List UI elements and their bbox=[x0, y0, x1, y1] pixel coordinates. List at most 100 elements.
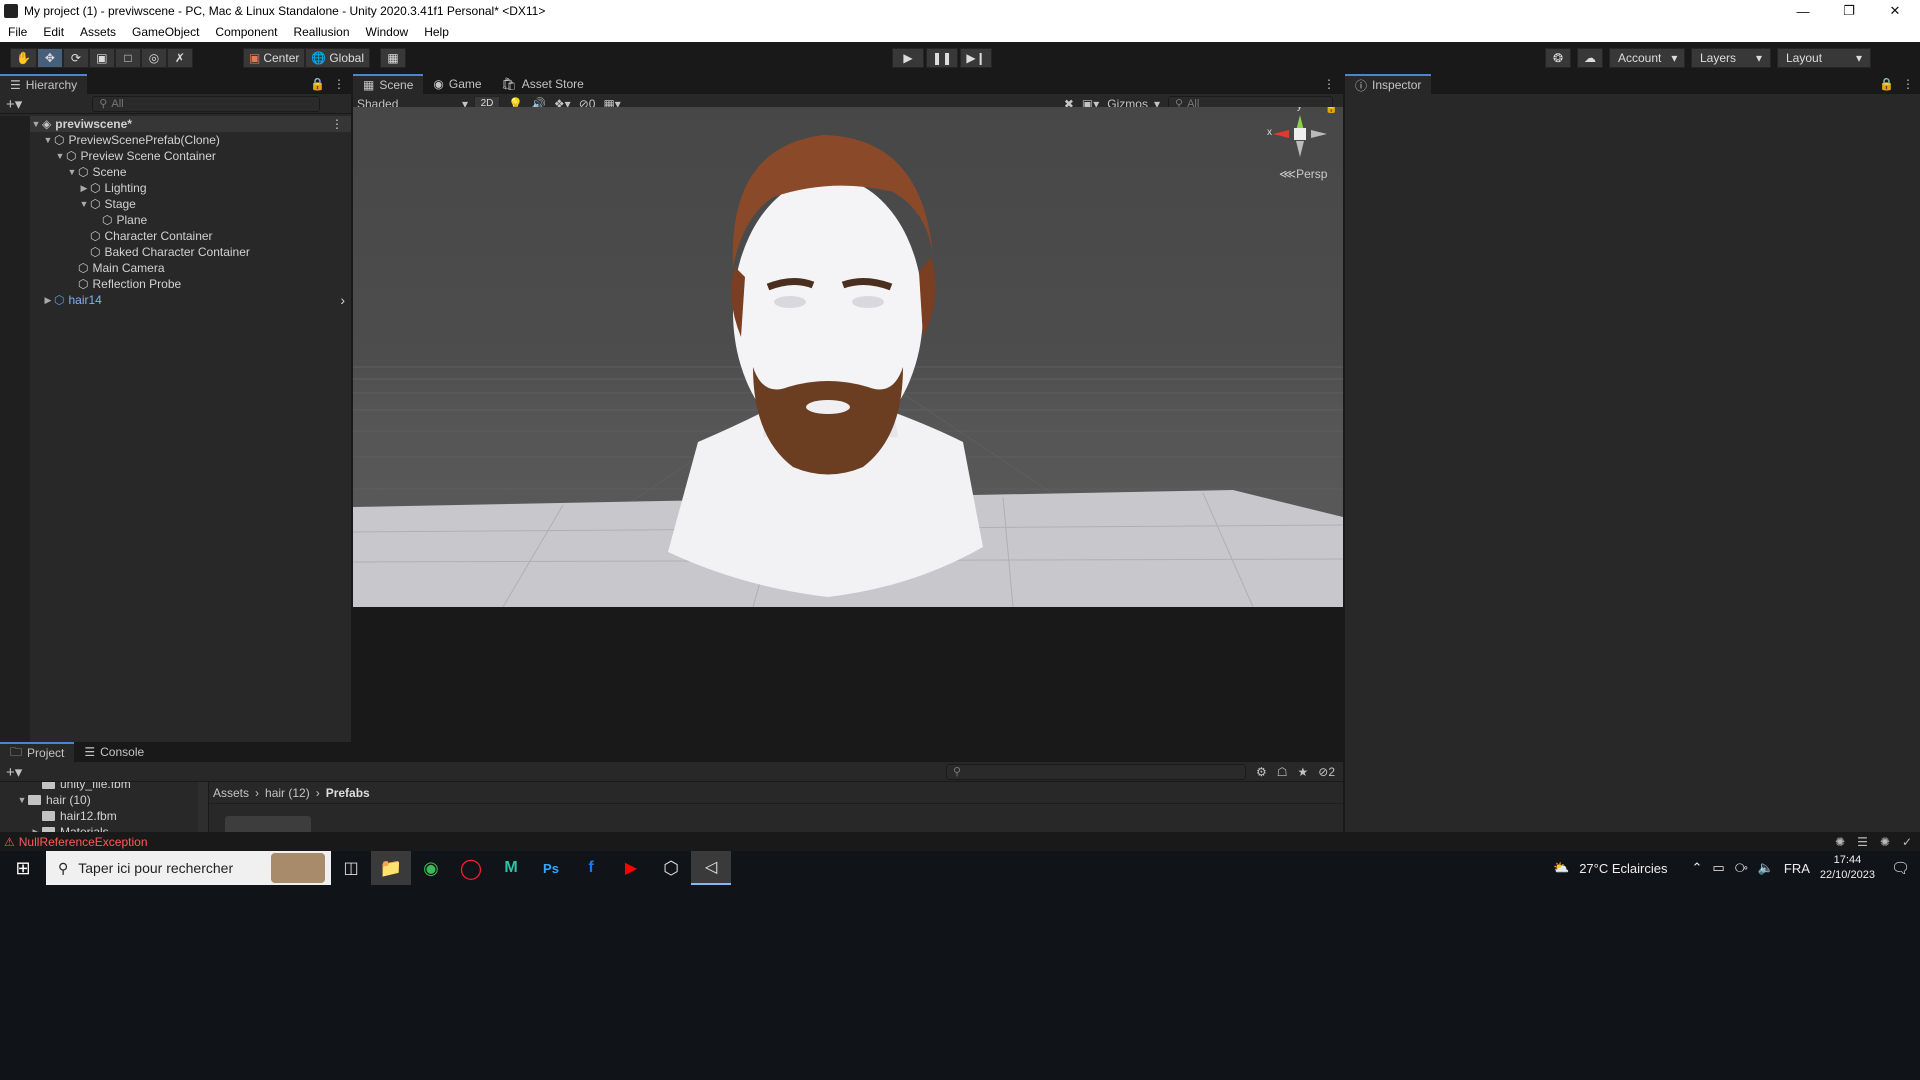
volume-icon[interactable]: 🔈 bbox=[1758, 860, 1774, 876]
expand-arrow-down-icon[interactable]: ▼ bbox=[30, 119, 42, 129]
menu-window[interactable]: Window bbox=[358, 25, 417, 39]
maya-icon[interactable]: M bbox=[491, 851, 531, 885]
battery-icon[interactable]: ▭ bbox=[1712, 860, 1724, 876]
hierarchy-item[interactable]: ▶ ⬡ hair14 › bbox=[0, 292, 351, 308]
collab-icon[interactable]: ❂ bbox=[1545, 48, 1571, 68]
expand-arrow-down-icon[interactable]: ▼ bbox=[42, 135, 54, 145]
tray-chevron-up-icon[interactable]: ⌃ bbox=[1691, 860, 1702, 876]
hierarchy-item[interactable]: ⬡ Baked Character Container bbox=[0, 244, 351, 260]
status-error-message[interactable]: NullReferenceException bbox=[19, 835, 148, 849]
photoshop-icon[interactable]: Ps bbox=[531, 851, 571, 885]
breadcrumb-assets[interactable]: Assets bbox=[213, 786, 249, 800]
restore-button[interactable]: ❐ bbox=[1826, 0, 1872, 22]
grid-snap-icon[interactable]: ▦ bbox=[380, 48, 406, 68]
auto-generate-icon[interactable]: ✺ bbox=[1880, 835, 1890, 849]
network-icon[interactable]: ⧂ bbox=[1735, 860, 1748, 876]
kebab-menu-icon[interactable]: ⋮ bbox=[1902, 77, 1914, 91]
pivot-center-button[interactable]: ▣ Center bbox=[243, 48, 306, 68]
folder-tree-item[interactable]: hair12.fbm bbox=[0, 808, 198, 824]
pivot-global-button[interactable]: 🌐 Global bbox=[305, 48, 371, 68]
hierarchy-item[interactable]: ⬡ Reflection Probe bbox=[0, 276, 351, 292]
tab-inspector[interactable]: ⓘ Inspector bbox=[1345, 74, 1432, 94]
hierarchy-search-input[interactable]: ⚲ All bbox=[92, 95, 321, 112]
step-button[interactable]: ▶❙ bbox=[960, 48, 992, 68]
tab-console[interactable]: ☰ Console bbox=[74, 742, 155, 762]
kebab-menu-icon[interactable]: ⋮ bbox=[1323, 77, 1335, 91]
lock-icon[interactable]: 🔒 bbox=[1879, 77, 1894, 91]
hierarchy-item[interactable]: ⬡ Plane bbox=[0, 212, 351, 228]
custom-tool-icon[interactable]: ✗ bbox=[166, 48, 193, 68]
tab-hierarchy[interactable]: ☰ Hierarchy bbox=[0, 74, 88, 94]
hidden-packages-icon[interactable]: ⊘2 bbox=[1318, 765, 1335, 779]
breadcrumb-prefabs[interactable]: Prefabs bbox=[326, 786, 370, 800]
cache-server-icon[interactable]: ☰ bbox=[1857, 835, 1868, 849]
scene-viewport[interactable]: y x ⋘Persp 🔒 bbox=[353, 107, 1343, 607]
weather-text[interactable]: 27°C Eclaircies bbox=[1579, 861, 1667, 876]
rect-tool-icon[interactable]: □ bbox=[114, 48, 141, 68]
tab-asset-store[interactable]: 🛍 Asset Store bbox=[491, 74, 594, 94]
expand-arrow-down-icon[interactable]: ▼ bbox=[54, 151, 66, 161]
project-search-input[interactable]: ⚲ bbox=[945, 763, 1246, 780]
search-by-type-icon[interactable]: ⚙ bbox=[1256, 765, 1267, 779]
expand-arrow-right-icon[interactable]: ▶ bbox=[78, 183, 90, 194]
task-view-icon[interactable]: ◫ bbox=[331, 851, 371, 885]
youtube-icon[interactable]: ▶ bbox=[611, 851, 651, 885]
gizmo-lock-icon[interactable]: 🔒 bbox=[1325, 107, 1337, 114]
unity-editor-icon[interactable]: ◁ bbox=[691, 851, 731, 885]
clock[interactable]: 17:44 22/10/2023 bbox=[1820, 853, 1875, 883]
menu-edit[interactable]: Edit bbox=[35, 25, 72, 39]
hierarchy-item[interactable]: ▼ ◈ previwscene* ⋮ bbox=[0, 116, 351, 132]
menu-reallusion[interactable]: Reallusion bbox=[285, 25, 357, 39]
prefab-open-chevron-icon[interactable]: › bbox=[340, 292, 345, 308]
bug-icon[interactable]: ✺ bbox=[1835, 835, 1845, 849]
hierarchy-item[interactable]: ▼ ⬡ Scene bbox=[0, 164, 351, 180]
folder-tree-item[interactable]: ▼ hair (10) bbox=[0, 792, 198, 808]
breadcrumb-hair-12[interactable]: hair (12) bbox=[265, 786, 310, 800]
taskbar-search-box[interactable]: ⚲ Taper ici pour rechercher bbox=[46, 851, 331, 885]
hierarchy-item[interactable]: ▼ ⬡ Preview Scene Container bbox=[0, 148, 351, 164]
chrome-icon[interactable]: ◉ bbox=[411, 851, 451, 885]
facebook-icon[interactable]: f bbox=[571, 851, 611, 885]
menu-help[interactable]: Help bbox=[416, 25, 457, 39]
menu-component[interactable]: Component bbox=[207, 25, 285, 39]
expand-arrow-down-icon[interactable]: ▼ bbox=[16, 795, 28, 805]
account-dropdown[interactable]: Account ▾ bbox=[1609, 48, 1685, 68]
rotate-tool-icon[interactable]: ⟳ bbox=[62, 48, 89, 68]
hierarchy-item[interactable]: ⬡ Character Container bbox=[0, 228, 351, 244]
hierarchy-item[interactable]: ⬡ Main Camera bbox=[0, 260, 351, 276]
pause-button[interactable]: ❚❚ bbox=[926, 48, 958, 68]
menu-gameobject[interactable]: GameObject bbox=[124, 25, 207, 39]
add-object-button[interactable]: +▾ bbox=[6, 95, 22, 113]
expand-arrow-down-icon[interactable]: ▼ bbox=[78, 199, 90, 209]
kebab-menu-icon[interactable]: ⋮ bbox=[333, 77, 345, 91]
file-explorer-icon[interactable]: 📁 bbox=[371, 851, 411, 885]
language-indicator[interactable]: FRA bbox=[1784, 861, 1810, 876]
expand-arrow-right-icon[interactable]: ▶ bbox=[42, 295, 54, 306]
tab-scene[interactable]: ▦ Scene bbox=[353, 74, 424, 94]
unity-hub-icon[interactable]: ⬡ bbox=[651, 851, 691, 885]
tab-project[interactable]: 🗀 Project bbox=[0, 742, 75, 762]
projection-toggle[interactable]: ⋘Persp bbox=[1279, 167, 1327, 181]
menu-assets[interactable]: Assets bbox=[72, 25, 124, 39]
move-tool-icon[interactable]: ✥ bbox=[36, 48, 63, 68]
expand-arrow-down-icon[interactable]: ▼ bbox=[66, 167, 78, 177]
menu-file[interactable]: File bbox=[0, 25, 35, 39]
transform-tool-icon[interactable]: ◎ bbox=[140, 48, 167, 68]
search-by-label-icon[interactable]: ☖ bbox=[1277, 765, 1288, 779]
close-button[interactable]: ✕ bbox=[1872, 0, 1918, 22]
windows-start-icon[interactable]: ⊞ bbox=[0, 851, 46, 885]
scale-tool-icon[interactable]: ▣ bbox=[88, 48, 115, 68]
opera-icon[interactable]: ◯ bbox=[451, 851, 491, 885]
hierarchy-item[interactable]: ▼ ⬡ PreviewScenePrefab(Clone) bbox=[0, 132, 351, 148]
folder-tree-item[interactable]: unity_file.fbm bbox=[0, 782, 198, 792]
hand-tool-icon[interactable]: ✋ bbox=[10, 48, 37, 68]
scene-gizmo[interactable]: y x ⋘Persp 🔒 bbox=[1263, 107, 1337, 187]
cloud-icon[interactable]: ☁ bbox=[1577, 48, 1603, 68]
progress-icon[interactable]: ✓ bbox=[1902, 835, 1912, 849]
notifications-icon[interactable]: 🗨 bbox=[1891, 859, 1910, 877]
favorites-star-icon[interactable]: ★ bbox=[1297, 765, 1308, 779]
scene-menu-icon[interactable]: ⋮ bbox=[331, 117, 343, 131]
hierarchy-item[interactable]: ▶ ⬡ Lighting bbox=[0, 180, 351, 196]
minimize-button[interactable]: — bbox=[1780, 0, 1826, 22]
layout-dropdown[interactable]: Layout ▾ bbox=[1777, 48, 1871, 68]
